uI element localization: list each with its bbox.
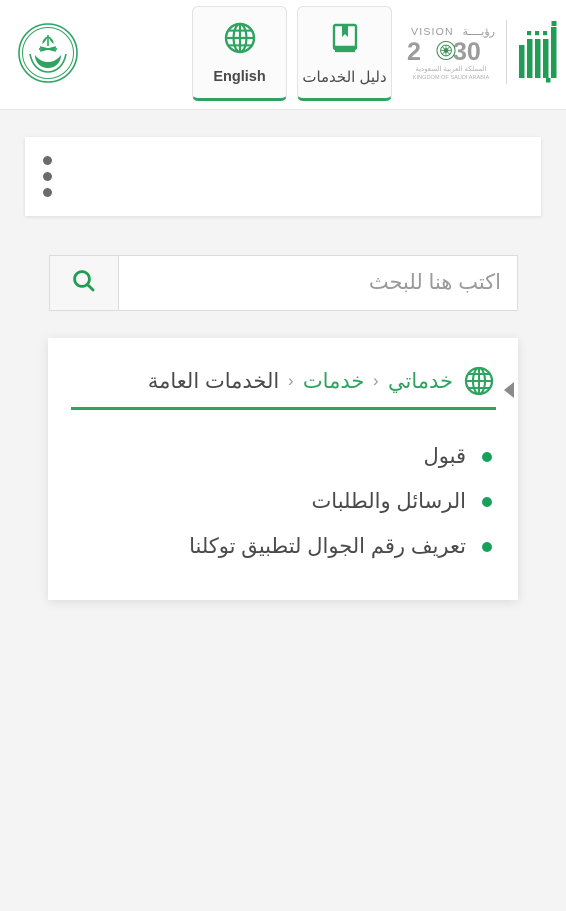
breadcrumb: خدماتي › خدمات › الخدمات العامة	[70, 364, 496, 398]
language-toggle-button[interactable]: English	[192, 6, 287, 101]
header-button-group: English دليل الخدمات	[192, 6, 392, 101]
search-input[interactable]	[118, 255, 518, 311]
svg-text:KINGDOM OF SAUDI ARABIA: KINGDOM OF SAUDI ARABIA	[413, 75, 490, 81]
svg-text:المملكة العربية السعودية: المملكة العربية السعودية	[415, 65, 486, 73]
site-header: English دليل الخدمات رؤيــــة VISION 2 3…	[0, 0, 566, 110]
kebab-menu-icon[interactable]	[43, 156, 52, 197]
services-menu-list: قبول الرسائل والطلبات تعريف رقم الجوال ل…	[70, 434, 496, 569]
services-guide-label: دليل الخدمات	[302, 69, 387, 86]
search-bar	[49, 255, 518, 311]
globe-icon	[462, 364, 496, 398]
svg-text:VISION: VISION	[411, 26, 454, 38]
svg-text:2: 2	[407, 38, 421, 66]
kebab-dot	[43, 172, 52, 181]
vision-2030-logo: رؤيــــة VISION 2 30 المملكة العربية الس…	[405, 22, 497, 84]
menu-item-label: الرسائل والطلبات	[311, 490, 466, 513]
breadcrumb-item-my-services[interactable]: خدماتي	[388, 369, 453, 394]
search-button[interactable]	[49, 255, 118, 311]
top-navigation-bar	[25, 137, 541, 216]
svg-text:رؤيــــة: رؤيــــة	[463, 26, 495, 38]
logo-divider	[506, 20, 507, 84]
bullet-icon	[482, 496, 492, 507]
absher-logo	[516, 17, 560, 87]
caret-left-icon[interactable]	[504, 382, 514, 398]
menu-item-messages-and-requests[interactable]: الرسائل والطلبات	[70, 479, 496, 524]
breadcrumb-separator: ›	[288, 371, 294, 390]
breadcrumb-underline	[71, 407, 496, 410]
moi-emblem-logo	[17, 22, 79, 84]
menu-item-label: تعريف رقم الجوال لتطبيق توكلنا	[189, 535, 466, 558]
services-dropdown-card: خدماتي › خدمات › الخدمات العامة قبول الر…	[48, 338, 518, 600]
globe-icon	[222, 20, 258, 61]
menu-item-acceptance[interactable]: قبول	[70, 434, 496, 479]
bullet-icon	[482, 451, 492, 462]
book-guide-icon	[327, 20, 363, 61]
language-toggle-label: English	[213, 69, 266, 86]
services-guide-button[interactable]: دليل الخدمات	[297, 6, 392, 101]
kebab-dot	[43, 156, 52, 165]
breadcrumb-item-general-services: الخدمات العامة	[147, 369, 280, 393]
bullet-icon	[482, 541, 492, 552]
breadcrumb-item-services[interactable]: خدمات	[303, 369, 364, 394]
menu-item-tawakkalna-mobile-registration[interactable]: تعريف رقم الجوال لتطبيق توكلنا	[70, 524, 496, 569]
breadcrumb-separator: ›	[373, 371, 379, 390]
services-carousel: تعاميم قيود السفر وتقديم الخدمات	[0, 690, 566, 911]
kebab-dot	[43, 188, 52, 197]
menu-item-label: قبول	[423, 445, 466, 468]
svg-text:30: 30	[453, 38, 481, 66]
search-icon	[70, 267, 98, 300]
